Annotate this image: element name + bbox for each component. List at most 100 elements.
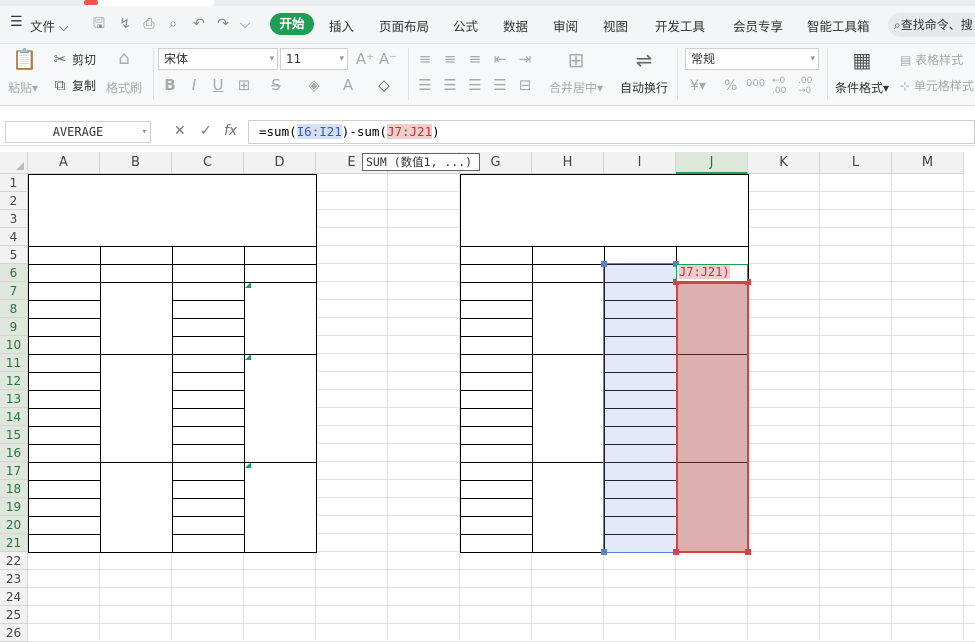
left-seq-cell[interactable] xyxy=(28,408,100,426)
right-name-cell[interactable] xyxy=(533,282,604,353)
thousands-button[interactable]: 000 xyxy=(746,78,765,89)
left-amount-cell[interactable] xyxy=(172,480,244,498)
row-header-5[interactable]: 5 xyxy=(0,246,28,264)
row-header-24[interactable]: 24 xyxy=(0,588,28,606)
border-icon[interactable]: ⊞ xyxy=(234,75,254,95)
cell-style-button[interactable]: ⊹ 单元格样式 xyxy=(900,77,974,94)
right-seq-cell[interactable] xyxy=(460,444,532,462)
print-preview-icon[interactable]: ⌕ xyxy=(164,15,182,33)
copy-button[interactable]: 复制 xyxy=(72,77,96,94)
row-header-4[interactable]: 4 xyxy=(0,228,28,246)
row-header-16[interactable]: 16 xyxy=(0,444,28,462)
left-amount-cell[interactable] xyxy=(172,300,244,318)
left-seq-cell[interactable] xyxy=(28,462,100,480)
align-middle-icon[interactable]: ≡ xyxy=(440,49,460,69)
tab-member[interactable]: 会员专享 xyxy=(733,16,783,35)
column-header-j[interactable]: J xyxy=(676,152,748,174)
left-amount-cell[interactable] xyxy=(172,426,244,444)
right-seq-cell[interactable] xyxy=(460,462,532,480)
left-name-cell[interactable] xyxy=(101,354,172,461)
table-style-button[interactable]: ▤ 表格样式 xyxy=(900,51,963,68)
tab-formulas[interactable]: 公式 xyxy=(453,16,478,35)
formula-input[interactable]: =sum(I6:I21)-sum(J7:J21) xyxy=(248,120,975,144)
left-seq-cell[interactable] xyxy=(28,354,100,372)
percent-button[interactable]: % xyxy=(724,78,737,94)
left-total-cell[interactable] xyxy=(244,264,316,282)
decrease-font-icon[interactable]: A⁻ xyxy=(378,49,398,69)
row-header-1[interactable]: 1 xyxy=(0,174,28,192)
font-size-select[interactable]: 11 ▾ xyxy=(280,48,348,70)
left-amount-cell[interactable] xyxy=(172,444,244,462)
right-seq-cell[interactable] xyxy=(460,426,532,444)
left-seq-cell[interactable] xyxy=(28,390,100,408)
copy-icon[interactable]: ⧉ xyxy=(50,75,70,95)
wrap-icon[interactable]: ⇌ xyxy=(634,50,654,70)
paste-button[interactable]: 粘贴▾ xyxy=(8,79,38,96)
tab-review[interactable]: 审阅 xyxy=(553,16,578,35)
row-header-22[interactable]: 22 xyxy=(0,552,28,570)
right-name-cell[interactable] xyxy=(533,354,604,461)
right-seq-cell[interactable] xyxy=(460,408,532,426)
right-seq-cell[interactable] xyxy=(460,516,532,534)
row-header-15[interactable]: 15 xyxy=(0,426,28,444)
bold-icon[interactable]: B xyxy=(160,75,180,95)
save-icon[interactable]: 🖫 xyxy=(90,15,108,33)
number-format-select[interactable]: 常规 ▾ xyxy=(685,48,819,70)
more-icon[interactable]: ⌵ xyxy=(236,15,254,33)
spreadsheet-grid[interactable]: ABCDEFGHIJKLM123456789101112131415161718… xyxy=(0,152,975,642)
row-header-20[interactable]: 20 xyxy=(0,516,28,534)
row-header-18[interactable]: 18 xyxy=(0,480,28,498)
left-name-cell[interactable] xyxy=(101,462,172,551)
row-header-3[interactable]: 3 xyxy=(0,210,28,228)
column-header-c[interactable]: C xyxy=(172,152,244,174)
tab-developer[interactable]: 开发工具 xyxy=(655,16,705,35)
indent-decrease-icon[interactable]: ⇤ xyxy=(490,49,510,69)
row-header-6[interactable]: 6 xyxy=(0,264,28,282)
left-seq-cell[interactable] xyxy=(28,498,100,516)
row-header-12[interactable]: 12 xyxy=(0,372,28,390)
select-all-corner[interactable] xyxy=(0,152,28,174)
cut-button[interactable]: 剪切 xyxy=(72,51,96,68)
align-right-icon[interactable]: ☰ xyxy=(465,75,485,95)
tab-insert[interactable]: 插入 xyxy=(329,16,354,35)
right-seq-cell[interactable] xyxy=(460,480,532,498)
row-header-2[interactable]: 2 xyxy=(0,192,28,210)
conditional-format-button[interactable]: 条件格式▾ xyxy=(835,79,889,96)
tab-start[interactable]: 开始 xyxy=(270,13,314,35)
left-amount-cell[interactable] xyxy=(172,462,244,480)
font-select[interactable]: 宋体 ▾ xyxy=(158,48,278,70)
right-seq-cell[interactable] xyxy=(460,372,532,390)
column-header-h[interactable]: H xyxy=(532,152,604,174)
command-search[interactable]: ⌕查找命令、搜 xyxy=(888,13,975,37)
align-left-icon[interactable]: ☰ xyxy=(415,75,435,95)
row-header-7[interactable]: 7 xyxy=(0,282,28,300)
name-box[interactable]: AVERAGE ▾ xyxy=(5,121,151,143)
right-seq-cell[interactable] xyxy=(460,336,532,354)
column-header-d[interactable]: D xyxy=(244,152,316,174)
right-seq-cell[interactable] xyxy=(460,300,532,318)
format-painter-icon[interactable]: ⌂ xyxy=(114,49,134,69)
left-amount-cell[interactable] xyxy=(172,498,244,516)
undo-icon[interactable]: ↶ xyxy=(190,15,208,33)
left-amount-cell[interactable] xyxy=(172,336,244,354)
left-seq-cell[interactable] xyxy=(28,444,100,462)
row-header-10[interactable]: 10 xyxy=(0,336,28,354)
align-bottom-icon[interactable]: ≡ xyxy=(465,49,485,69)
font-color-icon[interactable]: A xyxy=(338,75,358,95)
left-seq-cell[interactable] xyxy=(28,282,100,300)
range-handle-i[interactable] xyxy=(601,549,607,555)
right-seq-cell[interactable] xyxy=(460,318,532,336)
column-header-m[interactable]: M xyxy=(892,152,964,174)
scissors-icon[interactable]: ✂ xyxy=(50,49,70,69)
left-seq-cell[interactable] xyxy=(28,426,100,444)
left-seq-cell[interactable] xyxy=(28,516,100,534)
right-seq-cell[interactable] xyxy=(460,264,532,282)
range-handle-j[interactable] xyxy=(745,549,751,555)
row-header-9[interactable]: 9 xyxy=(0,318,28,336)
right-seq-cell[interactable] xyxy=(460,390,532,408)
row-header-13[interactable]: 13 xyxy=(0,390,28,408)
right-seq-cell[interactable] xyxy=(460,498,532,516)
left-amount-cell[interactable] xyxy=(172,390,244,408)
left-amount-cell[interactable] xyxy=(172,282,244,300)
left-seq-cell[interactable] xyxy=(28,300,100,318)
